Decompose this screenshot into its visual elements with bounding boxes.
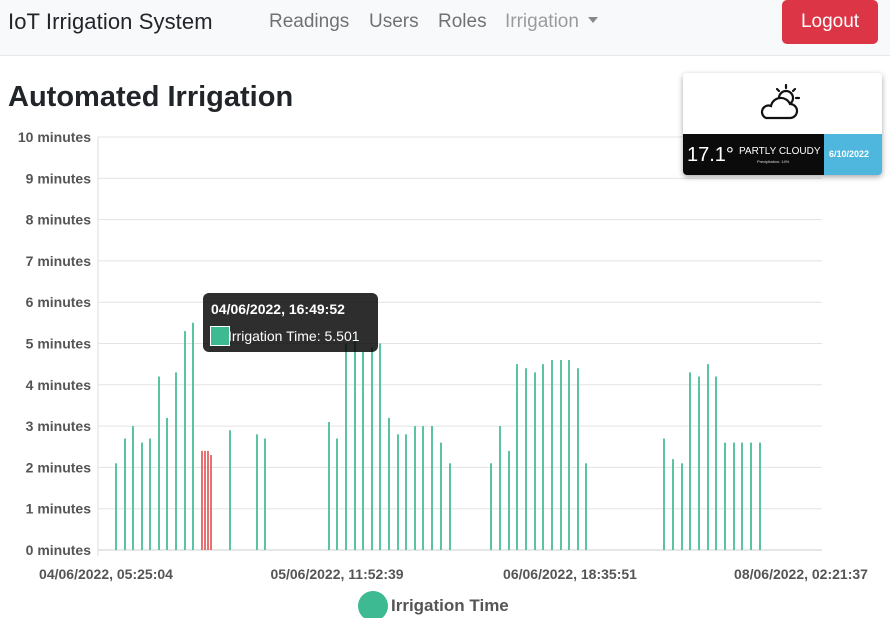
legend-swatch	[358, 591, 388, 618]
tooltip-title: 04/06/2022, 16:49:52	[211, 301, 345, 317]
page-title: Automated Irrigation	[8, 81, 294, 113]
y-tick-label: 0 minutes	[26, 542, 92, 558]
x-tick-label: 08/06/2022, 02:21:37	[734, 566, 868, 582]
partly-cloudy-icon	[760, 83, 801, 120]
nav-link-users[interactable]: Users	[369, 11, 419, 33]
x-tick-label: 05/06/2022, 11:52:39	[270, 566, 403, 582]
y-tick-label: 10 minutes	[18, 129, 91, 145]
x-tick-label: 04/06/2022, 05:25:04	[39, 566, 173, 582]
weather-date-panel: 6/10/2022	[824, 134, 882, 175]
legend-label: Irrigation Time	[391, 596, 509, 615]
weather-widget: 17.1° PARTLY CLOUDY Precipitation: 14% 6…	[683, 73, 882, 175]
chart-tooltip: 04/06/2022, 16:49:52 Irrigation Time: 5.…	[203, 293, 378, 352]
nav-dropdown-irrigation[interactable]: Irrigation	[505, 11, 598, 33]
y-tick-label: 3 minutes	[26, 418, 92, 434]
nav-link-readings[interactable]: Readings	[269, 11, 349, 33]
y-tick-label: 4 minutes	[26, 377, 92, 393]
y-tick-label: 5 minutes	[26, 336, 92, 352]
weather-condition: PARTLY CLOUDY	[739, 146, 821, 157]
weather-info-bar: 17.1° PARTLY CLOUDY Precipitation: 14% 6…	[683, 134, 882, 175]
y-tick-label: 2 minutes	[26, 459, 92, 475]
tooltip-swatch	[210, 326, 230, 346]
weather-dark-panel: 17.1° PARTLY CLOUDY Precipitation: 14%	[683, 134, 824, 175]
chart-legend[interactable]: Irrigation Time	[358, 591, 509, 618]
navbar: IoT Irrigation System Readings Users Rol…	[0, 0, 890, 56]
y-tick-label: 8 minutes	[26, 212, 92, 228]
weather-date: 6/10/2022	[829, 149, 870, 159]
weather-icon-area	[683, 73, 882, 134]
tooltip-body: Irrigation Time: 5.501	[228, 328, 360, 344]
chevron-down-icon	[587, 17, 598, 23]
y-tick-label: 7 minutes	[26, 253, 92, 269]
nav-dropdown-label: Irrigation	[505, 11, 579, 32]
logout-button[interactable]: Logout	[782, 0, 878, 44]
irrigation-chart[interactable]: 0 minutes 1 minutes 2 minutes 3 minutes 4 mi…	[0, 120, 890, 590]
nav-link-roles[interactable]: Roles	[438, 11, 487, 33]
y-tick-label: 9 minutes	[26, 170, 92, 186]
weather-temperature: 17.1°	[687, 144, 734, 166]
y-tick-label: 6 minutes	[26, 294, 92, 310]
x-tick-label: 06/06/2022, 18:35:51	[503, 566, 637, 582]
brand-title[interactable]: IoT Irrigation System	[8, 9, 213, 35]
weather-precipitation: Precipitation: 14%	[757, 159, 790, 164]
y-tick-label: 1 minutes	[26, 501, 92, 517]
